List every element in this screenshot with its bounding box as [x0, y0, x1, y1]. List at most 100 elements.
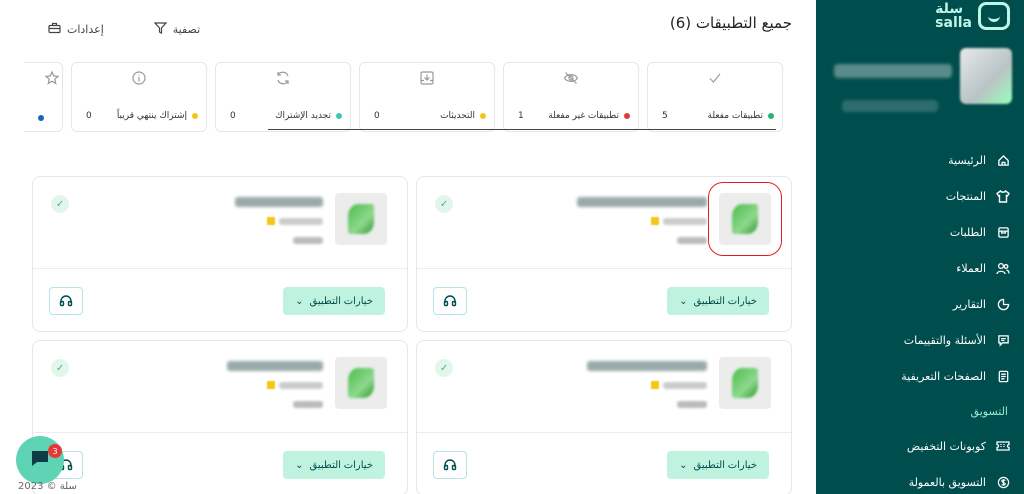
stat-partial[interactable]	[24, 62, 63, 132]
chevron-down-icon: ⌄	[295, 459, 304, 471]
headset-icon	[59, 292, 73, 311]
app-thumbnail[interactable]	[335, 193, 387, 245]
stat-subscription-renewal[interactable]: تجديد الإشتراك 0	[215, 62, 351, 132]
options-label: خيارات التطبيق	[693, 459, 757, 471]
stat-label: تطبيقات مفعلة	[707, 111, 763, 121]
salla-logo[interactable]: سلة salla	[935, 2, 1010, 30]
app-thumbnail[interactable]	[335, 357, 387, 409]
app-thumbnail-selected[interactable]	[708, 182, 782, 256]
stat-label: تجديد الإشتراك	[275, 111, 331, 121]
filter-button[interactable]: تصفية	[153, 22, 200, 37]
sidebar-item-home[interactable]: الرئيسية	[816, 142, 1024, 178]
app-options-button[interactable]: خيارات التطبيق ⌄	[283, 287, 385, 315]
star-icon	[651, 217, 659, 225]
sidebar: سلة salla الرئيسية المنتجات الطلبات العم…	[816, 0, 1024, 494]
app-logo	[732, 204, 758, 234]
sidebar-item-customers[interactable]: العملاء	[816, 250, 1024, 286]
status-dot	[38, 115, 44, 121]
info-icon	[131, 70, 147, 86]
stat-value: 5	[662, 111, 668, 121]
footer-copyright: سلة © 2023	[18, 481, 77, 492]
app-name-blurred[interactable]	[587, 361, 707, 371]
store-subtitle-blurred	[842, 100, 938, 112]
stat-label: التحديثات	[440, 111, 475, 121]
support-button[interactable]	[433, 451, 467, 479]
app-logo	[732, 368, 758, 398]
stat-inactive-apps[interactable]: تطبيقات غير مفعلة 1	[503, 62, 639, 132]
funnel-icon	[153, 22, 168, 37]
sidebar-nav: الرئيسية المنتجات الطلبات العملاء التقار…	[816, 142, 1024, 494]
headset-icon	[443, 292, 457, 311]
star-icon	[267, 217, 275, 225]
check-icon	[707, 70, 723, 86]
orders-icon	[996, 225, 1010, 239]
settings-button[interactable]: إعدادات	[48, 22, 104, 37]
sidebar-item-products[interactable]: المنتجات	[816, 178, 1024, 214]
sidebar-item-label: الرئيسية	[948, 153, 986, 167]
store-card[interactable]	[826, 46, 1014, 126]
stat-updates[interactable]: التحديثات 0	[359, 62, 495, 132]
app-options-button[interactable]: خيارات التطبيق ⌄	[667, 451, 769, 479]
active-check-icon: ✓	[435, 195, 453, 213]
logo-text-en: salla	[935, 15, 972, 31]
app-name-blurred[interactable]	[227, 361, 323, 371]
options-label: خيارات التطبيق	[693, 295, 757, 307]
sidebar-item-label: التسويق بالعمولة	[908, 475, 986, 489]
settings-label: إعدادات	[67, 23, 104, 36]
chat-bubble-icon	[30, 449, 50, 471]
sidebar-item-label: كوبونات التخفيض	[906, 439, 986, 453]
sidebar-item-pages[interactable]: الصفحات التعريفية	[816, 358, 1024, 394]
sidebar-section-marketing: التسويق	[970, 404, 1008, 418]
sidebar-item-reviews[interactable]: الأسئلة والتقييمات	[816, 322, 1024, 358]
stat-active-apps[interactable]: تطبيقات مفعلة 5	[647, 62, 783, 132]
app-meta-blurred	[677, 237, 707, 244]
chat-icon	[996, 333, 1010, 347]
sidebar-item-orders[interactable]: الطلبات	[816, 214, 1024, 250]
stat-value: 1	[518, 111, 524, 121]
app-meta-blurred	[677, 401, 707, 408]
support-button[interactable]	[49, 287, 83, 315]
sidebar-item-label: العملاء	[956, 261, 986, 275]
sidebar-item-reports[interactable]: التقارير	[816, 286, 1024, 322]
app-card: ✓ خيارات التطبيق ⌄	[32, 340, 408, 494]
store-name-blurred	[834, 64, 952, 78]
active-filter-underline	[268, 129, 776, 130]
refresh-icon	[275, 70, 291, 86]
stat-value: 0	[230, 111, 236, 121]
app-name-blurred[interactable]	[235, 197, 323, 207]
app-thumbnail[interactable]	[719, 357, 771, 409]
status-dot	[768, 113, 774, 119]
sidebar-item-label: الطلبات	[949, 225, 986, 239]
stat-value: 0	[374, 111, 380, 121]
page-title: جميع التطبيقات (6)	[669, 14, 792, 32]
stats-strip: تطبيقات مفعلة 5 تطبيقات غير مفعلة 1 التح…	[24, 62, 784, 134]
app-options-button[interactable]: خيارات التطبيق ⌄	[283, 451, 385, 479]
active-check-icon: ✓	[435, 359, 453, 377]
sidebar-item-label: الصفحات التعريفية	[901, 369, 986, 383]
options-label: خيارات التطبيق	[309, 295, 373, 307]
app-card: ✓ خيارات التطبيق ⌄	[416, 176, 792, 332]
active-check-icon: ✓	[51, 359, 69, 377]
status-dot	[192, 113, 198, 119]
stat-value: 0	[86, 111, 92, 121]
star-icon	[44, 70, 60, 86]
stat-label: إشتراك ينتهي قريباً	[116, 111, 187, 121]
stat-expiring-soon[interactable]: إشتراك ينتهي قريباً 0	[71, 62, 207, 132]
sidebar-item-affiliate[interactable]: التسويق بالعمولة	[816, 464, 1024, 494]
active-check-icon: ✓	[51, 195, 69, 213]
app-name-blurred[interactable]	[577, 197, 707, 207]
options-label: خيارات التطبيق	[309, 459, 373, 471]
app-options-button[interactable]: خيارات التطبيق ⌄	[667, 287, 769, 315]
ticket-icon	[996, 439, 1010, 453]
chat-launcher-button[interactable]: 3	[16, 436, 64, 484]
sidebar-item-label: المنتجات	[945, 189, 986, 203]
sidebar-item-label: الأسئلة والتقييمات	[903, 333, 986, 347]
download-icon	[419, 70, 435, 86]
support-button[interactable]	[433, 287, 467, 315]
briefcase-icon	[48, 22, 61, 37]
shirt-icon	[996, 189, 1010, 203]
toolbar: تصفية إعدادات	[48, 22, 200, 37]
chevron-down-icon: ⌄	[295, 295, 304, 307]
headset-icon	[443, 456, 457, 475]
sidebar-item-coupons[interactable]: كوبونات التخفيض	[816, 428, 1024, 464]
